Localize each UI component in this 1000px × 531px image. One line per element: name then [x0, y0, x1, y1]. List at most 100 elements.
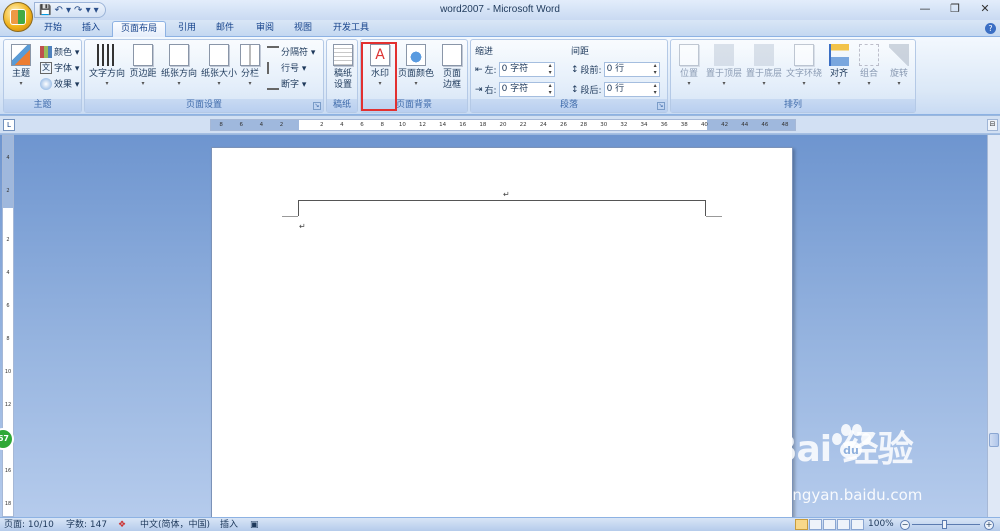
group-label: 稿纸	[327, 99, 357, 112]
minimize-button[interactable]: —	[910, 0, 940, 20]
tab-view[interactable]: 视图	[286, 21, 320, 37]
crop-mark-left	[282, 216, 298, 217]
tab-mailings[interactable]: 邮件	[208, 21, 242, 37]
vruler-tick-label: 18	[4, 501, 12, 508]
position-button[interactable]: 位置 ▾	[675, 44, 703, 100]
watermark-highlight-box	[361, 42, 397, 111]
page-indicator[interactable]: 页面: 10/10	[4, 519, 54, 531]
margins-button[interactable]: 页边距 ▾	[127, 44, 159, 100]
group-manuscript: 稿纸 设置 稿纸	[326, 39, 358, 113]
view-ruler-button[interactable]: ⊟	[987, 119, 998, 131]
scrollbar-thumb[interactable]	[989, 433, 999, 447]
office-button[interactable]	[3, 2, 33, 32]
tab-references[interactable]: 引用	[170, 21, 204, 37]
tab-insert[interactable]: 插入	[74, 21, 108, 37]
web-layout-view-button[interactable]	[823, 519, 836, 530]
language-indicator[interactable]: 中文(简体，中国)	[140, 519, 210, 531]
vertical-scrollbar[interactable]	[987, 135, 1000, 517]
tab-home[interactable]: 开始	[36, 21, 70, 37]
page-borders-button[interactable]: 页面 边框	[437, 44, 467, 100]
dialog-launcher-icon[interactable]: ↘	[657, 102, 665, 110]
document-page[interactable]: ↵ ↵	[211, 147, 793, 519]
help-icon[interactable]: ?	[985, 23, 996, 34]
vruler-tick-label	[3, 219, 13, 236]
themes-button[interactable]: 主题 ▾	[6, 44, 36, 100]
margins-icon	[133, 44, 153, 66]
vruler-tick-label	[3, 169, 13, 186]
indent-title: 缩进	[475, 47, 494, 57]
bring-to-front-button[interactable]: 置于顶层 ▾	[705, 44, 743, 100]
group-objects-button[interactable]: 组合 ▾	[855, 44, 883, 100]
vertical-ruler[interactable]: 4224681012141618	[2, 135, 14, 517]
hyphenation-button[interactable]: 断字 ▾	[267, 76, 306, 91]
status-bar: 页面: 10/10 字数: 147 ❖ 中文(简体，中国) 插入 ▣ 100% …	[0, 517, 1000, 531]
chevron-down-icon: ▾	[19, 80, 23, 87]
tab-developer[interactable]: 开发工具	[326, 21, 376, 37]
group-themes: 主题 ▾ 颜色 ▾ 文字体 ▾ 效果 ▾ 主题	[3, 39, 82, 113]
vertical-ruler-ticks: 4224681012141618	[3, 136, 13, 516]
vruler-tick-label	[3, 202, 13, 219]
orientation-button[interactable]: 纸张方向 ▾	[159, 44, 199, 100]
page-color-button[interactable]: 页面颜色 ▾	[397, 44, 435, 100]
zoom-in-button[interactable]: +	[984, 520, 994, 530]
spacing-after: ↕ 段后: 0 行	[571, 82, 660, 97]
indent-left-input[interactable]: 0 字符	[498, 62, 555, 77]
proofing-icon[interactable]: ❖	[118, 519, 126, 531]
indent-right-input[interactable]: 0 字符	[498, 82, 555, 97]
print-layout-view-button[interactable]	[795, 519, 808, 530]
window-title: word2007 - Microsoft Word	[440, 4, 560, 15]
spacing-before-input[interactable]: 0 行	[603, 62, 660, 77]
horizontal-ruler[interactable]: 8 6 4 2 2 4 6 8 10 12 14 16 18 20 22 24 26 28 30 32 34 36 38 40…	[210, 119, 796, 131]
draft-view-button[interactable]	[851, 519, 864, 530]
tab-page-layout[interactable]: 页面布局	[112, 21, 166, 37]
window-controls: — ❐ ✕	[910, 0, 1000, 20]
tab-selector[interactable]: L	[3, 119, 15, 131]
dialog-launcher-icon[interactable]: ↘	[313, 102, 321, 110]
size-button[interactable]: 纸张大小 ▾	[199, 44, 239, 100]
vruler-tick-label: 2	[6, 237, 10, 244]
line-numbers-button[interactable]: 行号 ▾	[267, 60, 306, 75]
tab-review[interactable]: 审阅	[248, 21, 282, 37]
insert-mode[interactable]: 插入	[220, 519, 238, 531]
ruler-tick-label: 10	[398, 122, 406, 128]
breaks-button[interactable]: 分隔符 ▾	[267, 44, 315, 59]
vruler-tick-label: 4	[6, 154, 10, 161]
rotate-button[interactable]: 旋转 ▾	[885, 44, 913, 100]
font-icon: 文	[40, 61, 52, 74]
close-button[interactable]: ✕	[970, 0, 1000, 20]
columns-button[interactable]: 分栏 ▾	[237, 44, 263, 100]
palette-icon	[40, 45, 52, 58]
theme-effects-button[interactable]: 效果 ▾	[40, 76, 79, 91]
full-screen-reading-view-button[interactable]	[809, 519, 822, 530]
manuscript-setup-button[interactable]: 稿纸 设置	[328, 44, 358, 100]
restore-button[interactable]: ❐	[940, 0, 970, 20]
indent-left: ⇤ 左: 0 字符	[475, 62, 555, 77]
spacing-after-input[interactable]: 0 行	[603, 82, 660, 97]
ruler-tick-label: 42	[721, 122, 729, 128]
header-border-line	[298, 200, 706, 216]
zoom-out-button[interactable]: −	[900, 520, 910, 530]
ruler-tick-label: 22	[519, 122, 527, 128]
text-direction-icon	[97, 44, 117, 66]
text-direction-button[interactable]: 文字方向 ▾	[87, 44, 127, 100]
ruler-tick-label: 18	[479, 122, 487, 128]
vruler-tick-label	[3, 136, 13, 153]
text-wrapping-button[interactable]: 文字环绕 ▾	[785, 44, 823, 100]
zoom-slider-thumb[interactable]	[942, 520, 947, 529]
outline-view-button[interactable]	[837, 519, 850, 530]
send-to-back-button[interactable]: 置于底层 ▾	[745, 44, 783, 100]
vruler-tick-label: 12	[4, 402, 12, 409]
theme-fonts-button[interactable]: 文字体 ▾	[40, 60, 79, 75]
ribbon-tabs: 开始 插入 页面布局 引用 邮件 审阅 视图 开发工具 ?	[0, 20, 1000, 37]
ruler-tick-label: 36	[660, 122, 668, 128]
theme-colors-button[interactable]: 颜色 ▾	[40, 44, 79, 59]
ruler-ticks: 8 6 4 2 2 4 6 8 10 12 14 16 18 20 22 24 26 28 30 32 34 36 38 40…	[211, 121, 795, 130]
word-count[interactable]: 字数: 147	[66, 519, 107, 531]
macro-record-icon[interactable]: ▣	[250, 519, 259, 531]
ruler-tick-label: 30	[600, 122, 608, 128]
page-size-icon	[209, 44, 229, 66]
zoom-level[interactable]: 100%	[868, 519, 894, 529]
indent-right: ⇥ 右: 0 字符	[475, 82, 555, 97]
breaks-icon	[267, 45, 279, 58]
align-button[interactable]: 对齐 ▾	[825, 44, 853, 100]
